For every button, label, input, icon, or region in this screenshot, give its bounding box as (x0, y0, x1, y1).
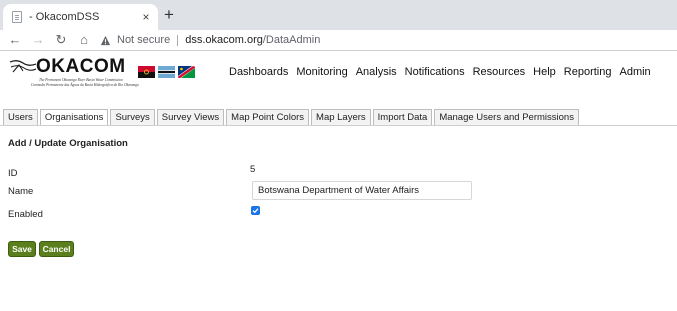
nav-analysis[interactable]: Analysis (356, 66, 397, 78)
address-bar[interactable]: Not secure dss.okacom.org/DataAdmin (100, 34, 320, 46)
nav-notifications[interactable]: Notifications (405, 66, 465, 78)
logo-wordmark: OKACOM (36, 56, 126, 77)
enabled-checkbox[interactable] (251, 206, 260, 215)
logo-subtitle-en: The Permanent Okavango River Basin Water… (39, 78, 123, 82)
tab-survey-views[interactable]: Survey Views (156, 109, 225, 125)
browser-tab[interactable]: - OkacomDSS × (3, 4, 158, 30)
page-icon (12, 11, 22, 23)
omnibox-separator (177, 34, 179, 46)
id-label: ID (8, 168, 18, 179)
forward-button[interactable]: → (28, 32, 48, 48)
logo-subtitle-pt: Comissão Permanente das Águas da Bacia H… (31, 83, 139, 87)
tab-surveys[interactable]: Surveys (110, 109, 155, 125)
tabs-divider (0, 125, 677, 126)
nav-monitoring[interactable]: Monitoring (296, 66, 347, 78)
name-label: Name (8, 186, 34, 197)
nav-admin[interactable]: Admin (619, 66, 650, 78)
tab-map-point-colors[interactable]: Map Point Colors (226, 109, 310, 125)
browser-tab-title: - OkacomDSS (29, 11, 100, 23)
save-button[interactable]: Save (8, 241, 36, 257)
back-button[interactable]: ← (5, 32, 25, 48)
close-icon[interactable]: × (138, 10, 154, 24)
member-flags (138, 66, 195, 78)
browser-tabstrip: - OkacomDSS × + (0, 0, 677, 30)
site-header: OKACOM The Permanent Okavango River Basi… (0, 51, 677, 92)
new-tab-button[interactable]: + (164, 6, 174, 24)
tab-map-layers[interactable]: Map Layers (311, 109, 371, 125)
namibia-flag-icon (178, 66, 195, 78)
botswana-flag-icon (158, 66, 175, 78)
nav-help[interactable]: Help (533, 66, 556, 78)
cancel-button[interactable]: Cancel (39, 241, 74, 257)
url-host: dss.okacom.org (185, 34, 263, 46)
warning-icon (100, 35, 111, 45)
form-title: Add / Update Organisation (8, 138, 128, 149)
enabled-label: Enabled (8, 209, 43, 220)
main-nav: Dashboards Monitoring Analysis Notificat… (229, 66, 659, 78)
home-button[interactable]: ⌂ (74, 32, 94, 48)
name-input[interactable] (252, 181, 472, 200)
okacom-logo[interactable]: OKACOM The Permanent Okavango River Basi… (9, 56, 139, 89)
okacom-emblem-icon (9, 60, 37, 73)
id-value: 5 (250, 164, 256, 175)
nav-resources[interactable]: Resources (473, 66, 526, 78)
security-label: Not secure (117, 34, 171, 46)
nav-reporting[interactable]: Reporting (564, 66, 612, 78)
angola-flag-icon (138, 66, 155, 78)
checkmark-icon (252, 208, 259, 214)
url-path: /DataAdmin (262, 34, 321, 46)
tab-import-data[interactable]: Import Data (372, 109, 433, 125)
tab-manage-users-permissions[interactable]: Manage Users and Permissions (434, 109, 579, 125)
nav-dashboards[interactable]: Dashboards (229, 66, 288, 78)
browser-toolbar: ← → ↻ ⌂ Not secure dss.okacom.org/DataAd… (0, 30, 677, 50)
tab-organisations[interactable]: Organisations (39, 109, 109, 125)
tab-users[interactable]: Users (3, 109, 38, 125)
reload-button[interactable]: ↻ (51, 32, 71, 48)
admin-tabs: Users Organisations Surveys Survey Views… (3, 109, 581, 125)
